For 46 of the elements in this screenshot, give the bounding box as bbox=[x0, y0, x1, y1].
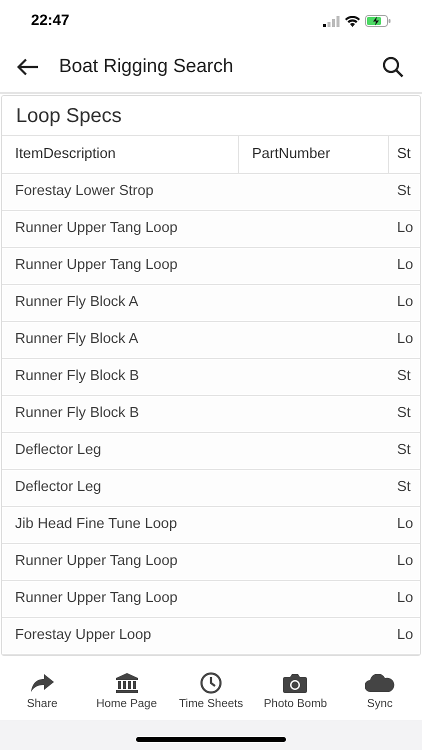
table-cell-text: Jib Head Fine Tune Loop bbox=[15, 515, 178, 534]
table-cell-text: Forestay Upper Loop bbox=[15, 626, 152, 646]
cloud-icon bbox=[364, 672, 395, 694]
signal-icon bbox=[323, 16, 340, 26]
table-cell-text: Lo bbox=[397, 219, 414, 238]
table-cell-text: Lo bbox=[397, 552, 414, 572]
tab-bar-item[interactable]: Share bbox=[0, 666, 84, 720]
column-header[interactable]: PartNumber bbox=[252, 144, 330, 166]
card-title: Loop Specs bbox=[16, 104, 122, 128]
share-icon bbox=[30, 672, 54, 694]
search-button[interactable] bbox=[380, 54, 406, 80]
table-cell-text: Lo bbox=[397, 330, 414, 350]
battery-icon bbox=[365, 15, 391, 27]
table-cell-text: Lo bbox=[397, 256, 414, 276]
table-cell-text: Lo bbox=[397, 626, 414, 646]
clock-icon bbox=[200, 672, 222, 694]
table-cell-text: St bbox=[397, 182, 411, 202]
table-cell-text: Deflector Leg bbox=[15, 478, 102, 498]
camera-icon bbox=[283, 672, 308, 694]
table-cell-text: Lo bbox=[397, 293, 414, 312]
tab-bar-item[interactable]: Home Page bbox=[84, 666, 169, 720]
tab-bar-item[interactable]: Time Sheets bbox=[168, 666, 254, 720]
table-cell-text: St bbox=[397, 404, 411, 424]
table-cell-text: Deflector Leg bbox=[15, 441, 102, 460]
table-cell-text: Runner Upper Tang Loop bbox=[15, 256, 178, 276]
table-cell-text: St bbox=[397, 367, 411, 386]
table-cell-text: Lo bbox=[397, 515, 414, 534]
table-cell-text: Runner Upper Tang Loop bbox=[15, 219, 178, 238]
status-time: 22:47 bbox=[31, 10, 70, 31]
table-cell-text: Runner Fly Block B bbox=[15, 367, 140, 386]
table-cell-text: Lo bbox=[397, 589, 414, 608]
table-cell-text: Runner Fly Block A bbox=[15, 330, 138, 350]
tab-bar-item[interactable]: Sync bbox=[338, 666, 422, 720]
page-title: Boat Rigging Search bbox=[59, 54, 234, 79]
column-header[interactable]: St bbox=[397, 144, 411, 166]
table-cell-text: Forestay Lower Strop bbox=[15, 182, 154, 202]
table-cell-text: St bbox=[397, 441, 411, 460]
table-cell-text: Runner Upper Tang Loop bbox=[15, 552, 178, 572]
tab-bar-item[interactable]: Photo Bomb bbox=[253, 666, 338, 720]
column-header[interactable]: ItemDescription bbox=[15, 144, 116, 166]
table-cell-text: Runner Fly Block B bbox=[15, 404, 140, 424]
wifi-icon bbox=[345, 16, 360, 26]
home-icon bbox=[116, 672, 138, 694]
table-cell-text: St bbox=[397, 478, 411, 498]
table-cell-text: Runner Fly Block A bbox=[15, 293, 138, 312]
table-cell-text: Runner Upper Tang Loop bbox=[15, 589, 178, 608]
